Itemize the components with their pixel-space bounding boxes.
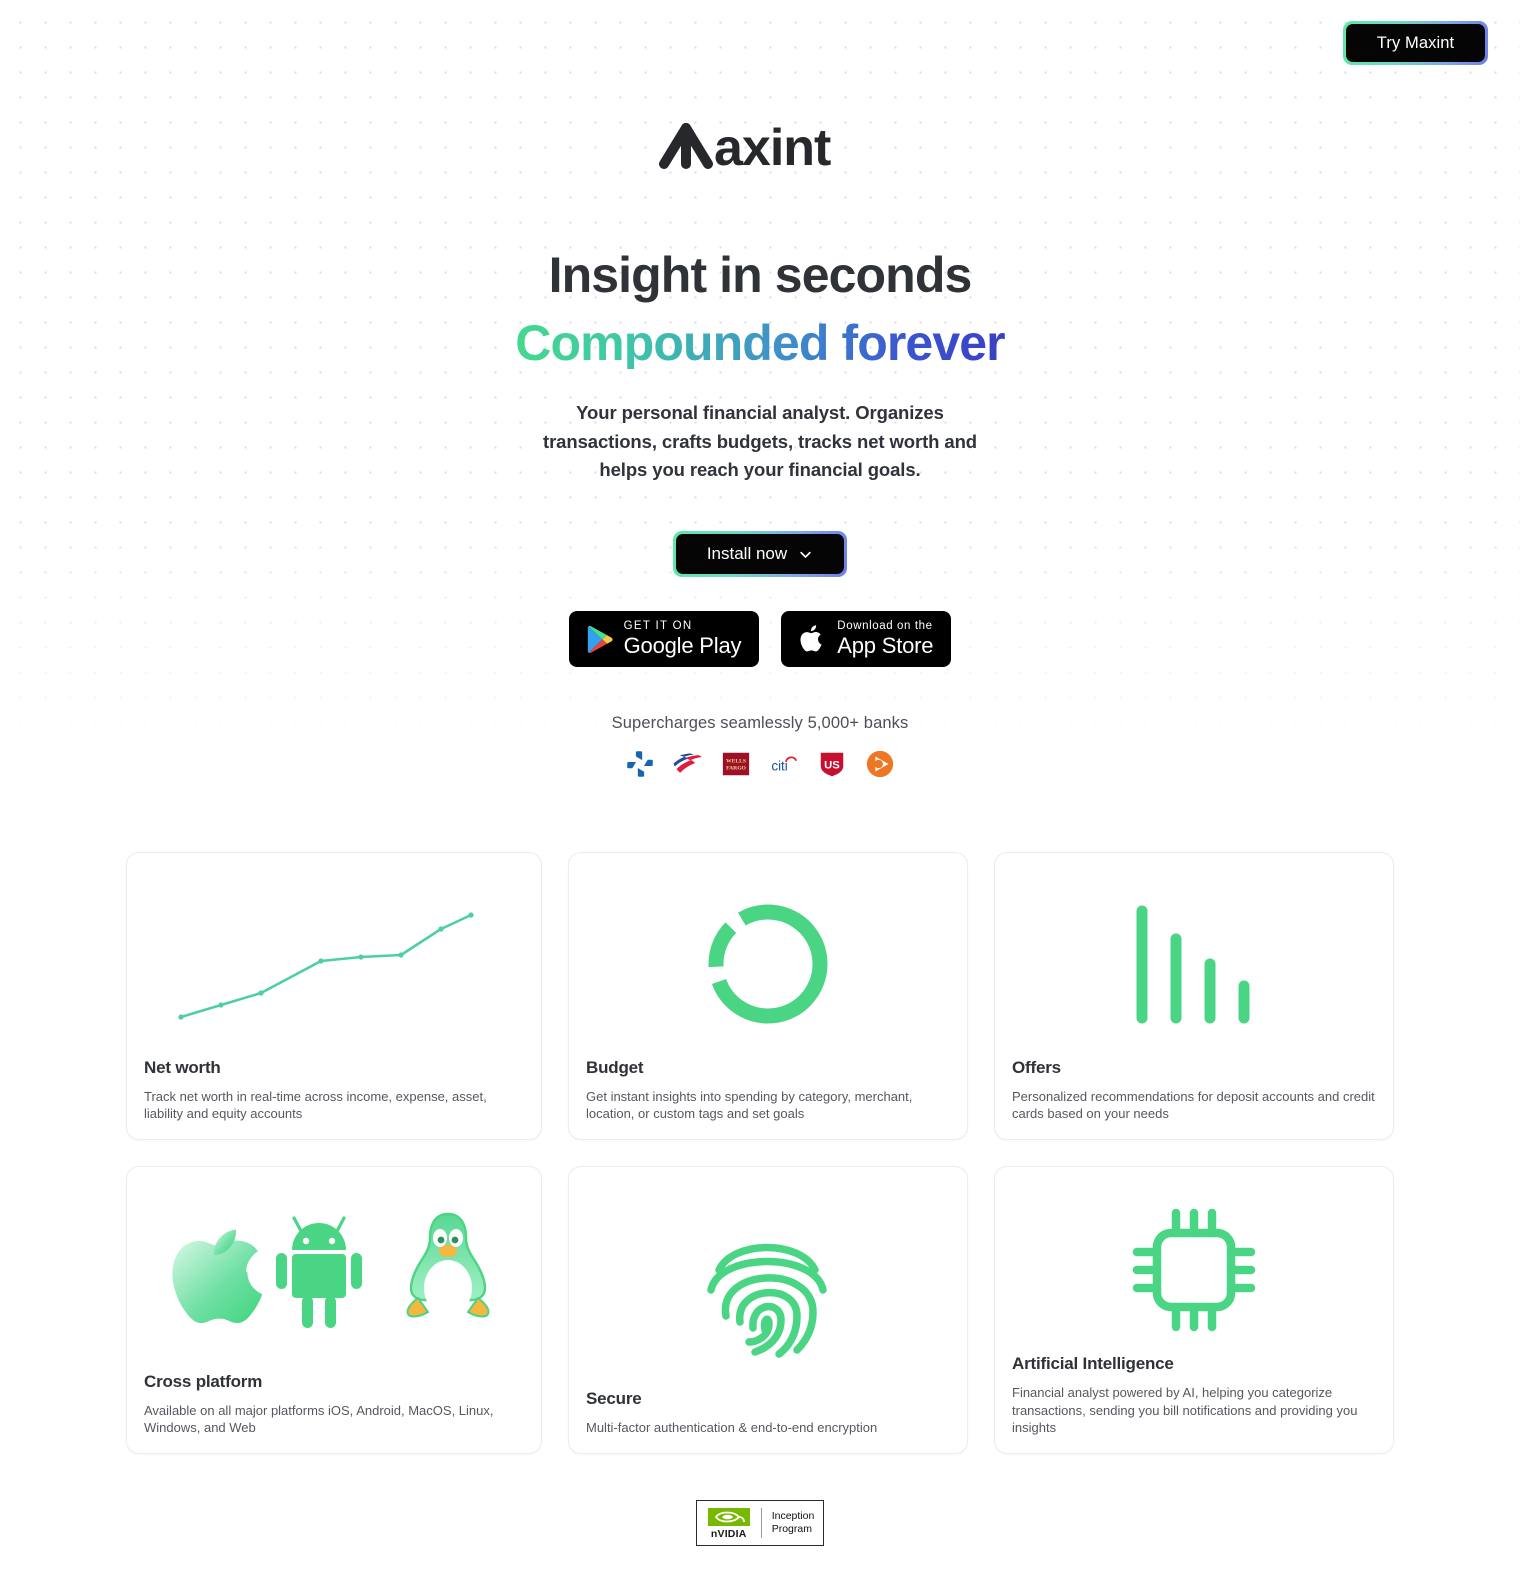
google-play-icon <box>587 625 613 653</box>
us-bank-logo: US <box>820 752 844 777</box>
feature-card-budget[interactable]: Budget Get instant insights into spendin… <box>568 852 968 1141</box>
maxint-wordmark-icon: axint <box>659 119 832 172</box>
install-now-label: Install now <box>706 544 788 564</box>
google-play-small-label: GET IT ON <box>623 619 693 632</box>
feature-card-artificial-intelligence[interactable]: Artificial Intelligence Financial analys… <box>994 1166 1394 1455</box>
fingerprint-icon <box>707 1243 827 1358</box>
hero-description: Your personal financial analyst. Organiz… <box>543 402 977 481</box>
app-store-button[interactable]: Download on the App Store <box>781 611 952 668</box>
footer: axint ©2024 <box>0 1572 1520 1582</box>
discover-logo <box>866 750 894 778</box>
feature-desc-budget: Get instant insights into spending by ca… <box>586 1088 913 1122</box>
brand-logo: axint <box>0 118 1520 172</box>
inception-line2: Program <box>771 1523 812 1536</box>
store-badges: GET IT ON Google Play Download on the Ap… <box>0 611 1520 668</box>
app-store-small-label: Download on the <box>837 619 933 632</box>
feature-desc-net-worth: Track net worth in real-time across inco… <box>144 1088 487 1122</box>
feature-desc-cross-platform: Available on all major platforms iOS, An… <box>144 1402 494 1436</box>
svg-text:axint: axint <box>714 119 831 172</box>
wells-fargo-logo: WELLS FARGO <box>722 752 750 776</box>
nvidia-eye-icon <box>707 1507 750 1526</box>
chevron-down-icon <box>800 551 811 558</box>
feature-title-secure: Secure <box>586 1389 642 1409</box>
feature-title-budget: Budget <box>586 1057 644 1077</box>
svg-text:FARGO: FARGO <box>726 766 746 772</box>
nvidia-inception-badge[interactable]: nVIDIA Inception Program <box>695 1500 825 1547</box>
feature-cards-grid: Net worth Track net worth in real-time a… <box>126 852 1394 1455</box>
feature-title-ai: Artificial Intelligence <box>1012 1354 1174 1374</box>
donut-chart-icon <box>708 904 828 1024</box>
landing-page: Try Maxint axint Insight in seconds Comp… <box>0 0 1520 1582</box>
inception-line1: Inception <box>771 1510 815 1523</box>
banks-label: Supercharges seamlessly 5,000+ banks <box>611 714 909 733</box>
app-store-big-label: App Store <box>837 633 934 659</box>
partner-badge-wrap: nVIDIA Inception Program <box>0 1500 1520 1547</box>
google-play-button[interactable]: GET IT ON Google Play <box>568 611 760 668</box>
feature-title-cross-platform: Cross platform <box>144 1371 263 1391</box>
feature-title-net-worth: Net worth <box>144 1057 221 1077</box>
feature-desc-offers: Personalized recommendations for deposit… <box>1012 1088 1375 1122</box>
chase-logo <box>625 749 655 779</box>
net-worth-art <box>144 871 524 1058</box>
install-now-button[interactable]: Install now <box>673 531 847 578</box>
bar-chart-icon <box>1136 905 1250 1024</box>
feature-card-offers[interactable]: Offers Personalized recommendations for … <box>994 852 1394 1141</box>
budget-art <box>586 871 950 1058</box>
hero-section: axint Insight in seconds Compounded fore… <box>0 0 1520 779</box>
platform-logos-icon <box>172 1213 490 1329</box>
svg-text:US: US <box>824 760 840 772</box>
citi-logo: citi <box>771 756 797 773</box>
google-play-big-label: Google Play <box>623 633 742 659</box>
nvidia-wordmark: nVIDIA <box>710 1527 747 1540</box>
svg-text:WELLS: WELLS <box>726 759 746 765</box>
cross-platform-art <box>144 1185 524 1372</box>
feature-title-offers: Offers <box>1012 1057 1061 1077</box>
linux-tux-logo-icon <box>406 1213 490 1318</box>
bank-of-america-logo <box>673 753 703 773</box>
page-title: Insight in seconds <box>548 247 973 303</box>
feature-desc-secure: Multi-factor authentication & end-to-end… <box>586 1420 878 1436</box>
android-logo-icon <box>276 1216 362 1329</box>
offers-art <box>1012 871 1376 1058</box>
apple-icon <box>800 625 822 652</box>
feature-card-secure[interactable]: Secure Multi-factor authentication & end… <box>568 1166 968 1455</box>
bank-logos: WELLS FARGO citi US <box>0 749 1520 779</box>
feature-desc-ai: Financial analyst powered by AI, helping… <box>1012 1385 1358 1436</box>
cpu-chip-icon <box>1132 1208 1256 1331</box>
line-chart-icon <box>178 912 474 1021</box>
feature-card-net-worth[interactable]: Net worth Track net worth in real-time a… <box>126 852 542 1141</box>
secure-art <box>586 1185 950 1389</box>
page-subtitle-gradient: Compounded forever <box>515 314 1005 371</box>
feature-card-cross-platform[interactable]: Cross platform Available on all major pl… <box>126 1166 542 1455</box>
apple-logo-icon <box>172 1230 263 1324</box>
ai-art <box>1012 1185 1376 1354</box>
